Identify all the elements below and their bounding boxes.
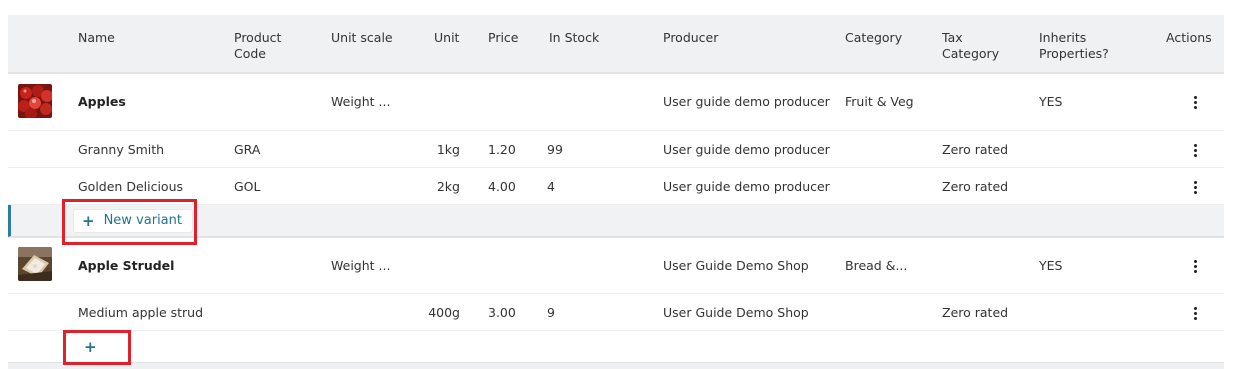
column-header-in-stock[interactable]: In Stock xyxy=(549,30,599,46)
column-header-tax-category-line1: Tax xyxy=(942,30,963,45)
add-variant-row: + xyxy=(8,331,1224,363)
product-producer[interactable]: User guide demo producer xyxy=(663,94,830,109)
column-header-inherits-line1: Inherits xyxy=(1039,30,1087,45)
product-actions-kebab-icon[interactable] xyxy=(1194,96,1198,111)
column-header-product-code[interactable]: Product Code xyxy=(234,30,281,62)
product-name[interactable]: Apple Strudel xyxy=(78,258,174,273)
column-header-product-code-line2: Code xyxy=(234,46,267,61)
table-footer-divider xyxy=(8,363,1224,369)
product-unit-scale[interactable]: Weight ... xyxy=(331,94,390,109)
product-category[interactable]: Bread &... xyxy=(845,258,907,273)
apples-photo-icon xyxy=(18,84,52,118)
variant-row[interactable]: Medium apple strud 400g 3.00 9 User Guid… xyxy=(8,294,1224,331)
product-category[interactable]: Fruit & Veg xyxy=(845,94,914,109)
column-header-tax-category-line2: Category xyxy=(942,46,1000,61)
column-header-name[interactable]: Name xyxy=(78,30,115,46)
variant-actions-kebab-icon[interactable] xyxy=(1194,307,1198,322)
variant-name[interactable]: Medium apple strud xyxy=(78,305,203,320)
variant-row[interactable]: Granny Smith GRA 1kg 1.20 99 User guide … xyxy=(8,131,1224,168)
product-row[interactable]: Apples Weight ... User guide demo produc… xyxy=(8,74,1224,131)
variant-price[interactable]: 4.00 xyxy=(488,179,516,194)
variant-actions-kebab-icon[interactable] xyxy=(1194,144,1198,159)
product-name[interactable]: Apples xyxy=(78,94,126,109)
product-unit-scale[interactable]: Weight ... xyxy=(331,258,390,273)
product-inherits-properties[interactable]: YES xyxy=(1039,94,1062,109)
table-header: Name Product Code Unit scale Unit Price … xyxy=(8,15,1224,74)
product-actions-kebab-icon[interactable] xyxy=(1194,260,1198,275)
column-header-product-code-line1: Product xyxy=(234,30,282,45)
variant-stock[interactable]: 9 xyxy=(547,305,555,320)
variant-stock[interactable]: 99 xyxy=(547,142,563,157)
product-thumbnail-apples[interactable] xyxy=(18,84,52,118)
column-header-actions: Actions xyxy=(1166,30,1212,45)
highlight-new-variant-button xyxy=(62,199,197,245)
highlight-add-variant-button xyxy=(63,330,131,365)
variant-price[interactable]: 1.20 xyxy=(488,142,516,157)
column-header-producer[interactable]: Producer xyxy=(663,30,718,46)
strudel-photo-icon xyxy=(18,247,52,281)
variant-tax-category[interactable]: Zero rated xyxy=(942,179,1008,194)
variant-actions-kebab-icon[interactable] xyxy=(1194,181,1198,196)
variant-unit[interactable]: 1kg xyxy=(410,142,460,157)
column-header-inherits-line2: Properties? xyxy=(1039,46,1109,61)
variant-producer[interactable]: User guide demo producer xyxy=(663,142,830,157)
variant-stock[interactable]: 4 xyxy=(547,179,555,194)
product-inherits-properties[interactable]: YES xyxy=(1039,258,1062,273)
variant-code[interactable]: GOL xyxy=(234,179,261,194)
variant-tax-category[interactable]: Zero rated xyxy=(942,305,1008,320)
variant-name[interactable]: Golden Delicious xyxy=(78,179,183,194)
product-row[interactable]: Apple Strudel Weight ... User Guide Demo… xyxy=(8,237,1224,294)
variant-unit[interactable]: 400g xyxy=(410,305,460,320)
column-header-inherits-properties[interactable]: Inherits Properties? xyxy=(1039,30,1109,62)
products-table: Name Product Code Unit scale Unit Price … xyxy=(8,15,1224,369)
variant-tax-category[interactable]: Zero rated xyxy=(942,142,1008,157)
variant-name[interactable]: Granny Smith xyxy=(78,142,164,157)
product-producer[interactable]: User Guide Demo Shop xyxy=(663,258,809,273)
column-header-price[interactable]: Price xyxy=(488,30,519,46)
product-thumbnail-apple-strudel[interactable] xyxy=(18,247,52,281)
variant-producer[interactable]: User Guide Demo Shop xyxy=(663,305,809,320)
variant-producer[interactable]: User guide demo producer xyxy=(663,179,830,194)
variant-code[interactable]: GRA xyxy=(234,142,260,157)
column-header-category[interactable]: Category xyxy=(845,30,902,46)
variant-price[interactable]: 3.00 xyxy=(488,305,516,320)
variant-unit[interactable]: 2kg xyxy=(410,179,460,194)
column-header-unit[interactable]: Unit xyxy=(434,30,459,46)
column-header-tax-category[interactable]: Tax Category xyxy=(942,30,999,62)
column-header-unit-scale[interactable]: Unit scale xyxy=(331,30,393,46)
